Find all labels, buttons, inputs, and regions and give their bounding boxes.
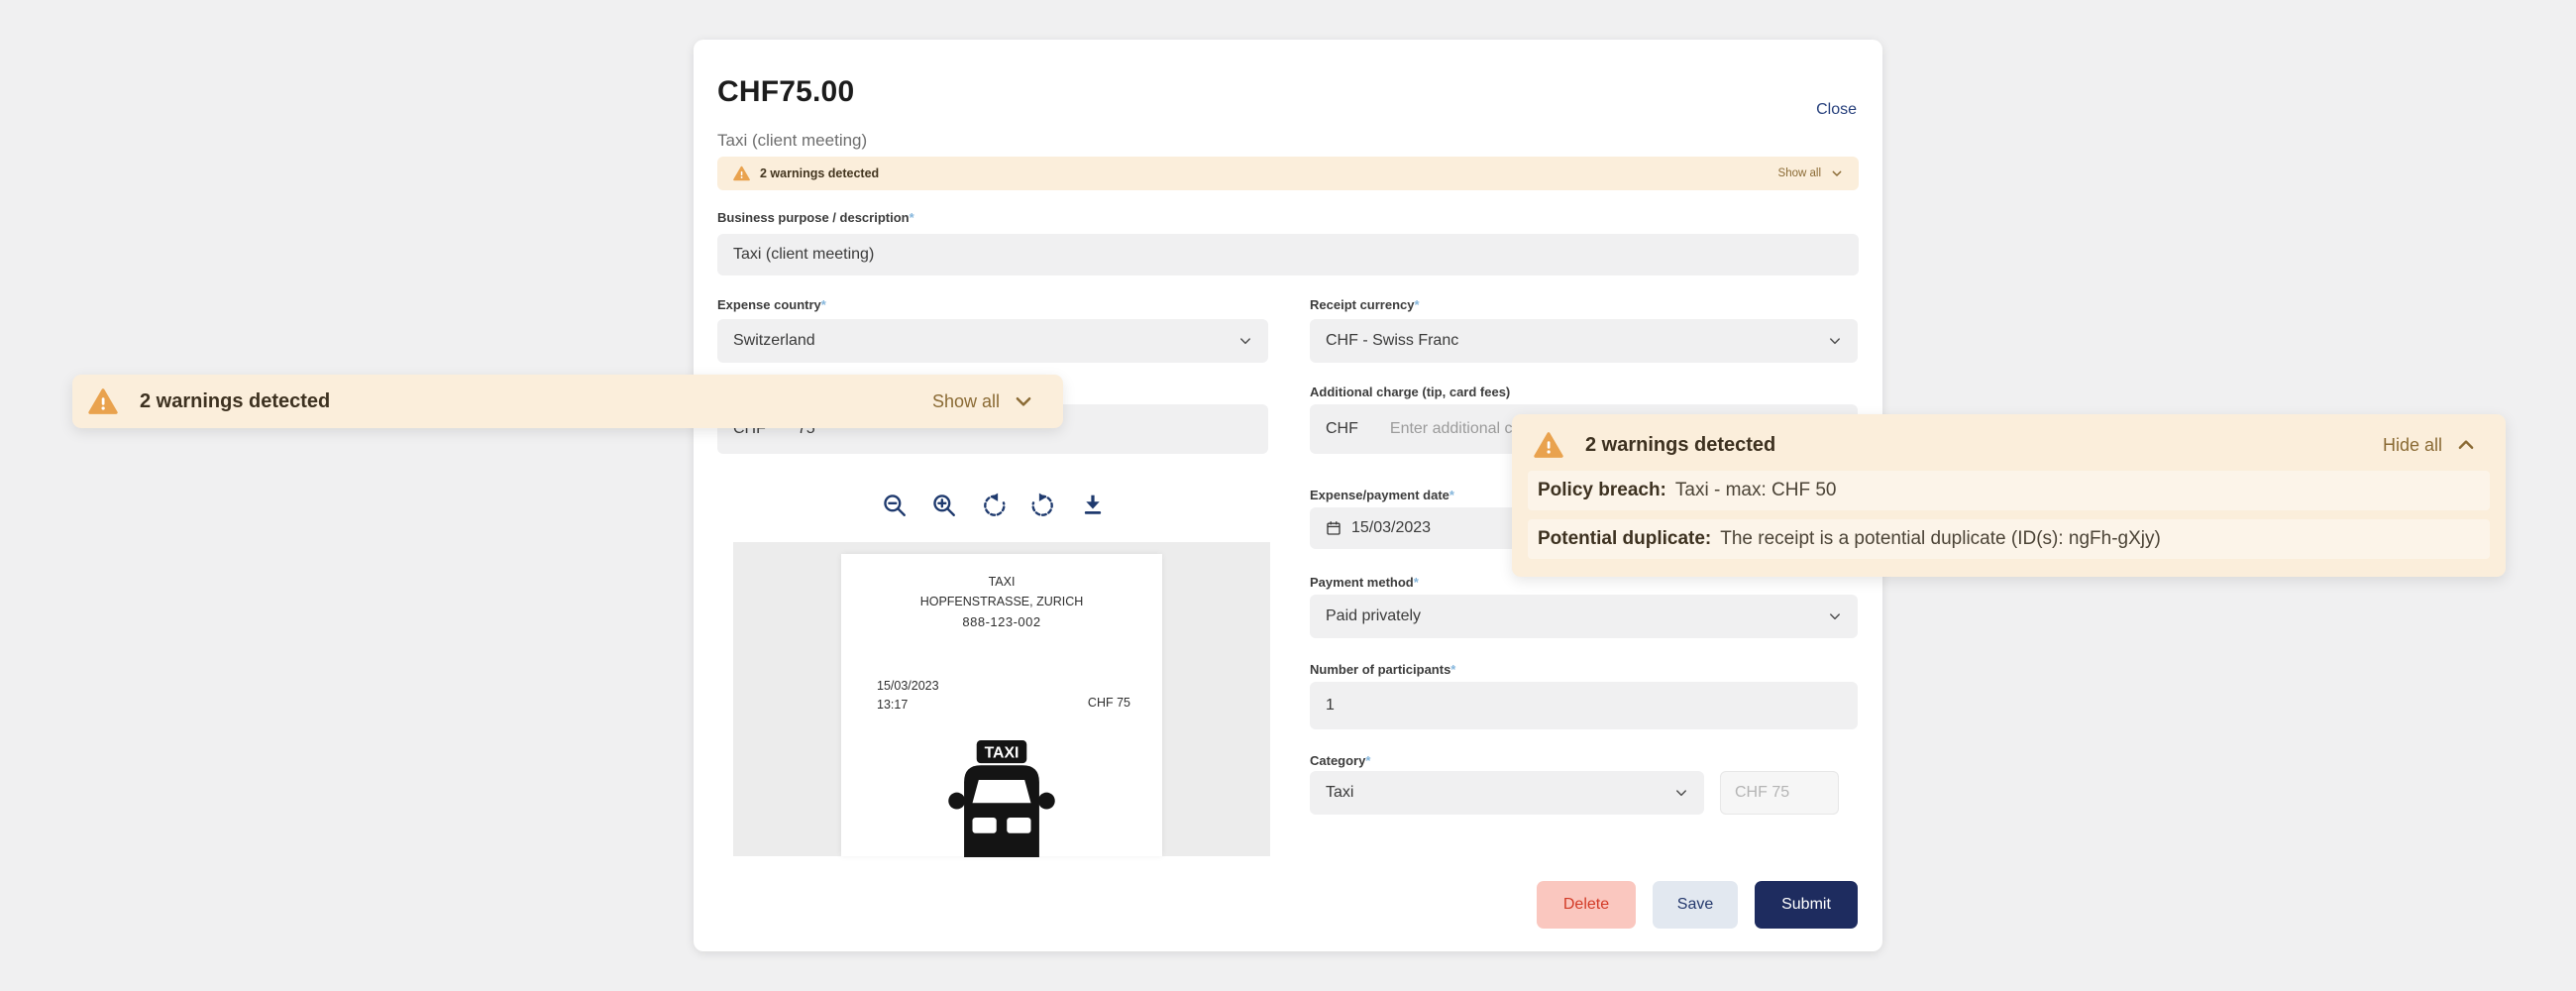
warnings-panel: 2 warnings detected Hide all Policy brea… — [1512, 414, 2506, 577]
expense-amount-title: CHF75.00 — [717, 75, 854, 109]
receipt-currency-label-text: Receipt currency — [1310, 297, 1415, 312]
rotate-left-icon[interactable] — [981, 493, 1007, 518]
receipt-currency-label: Receipt currency* — [1310, 297, 1420, 312]
chevron-down-icon — [1674, 786, 1688, 800]
required-asterisk: * — [1449, 488, 1454, 502]
expense-date-label-text: Expense/payment date — [1310, 488, 1449, 502]
calendar-icon — [1326, 520, 1342, 536]
receipt-currency-value: CHF - Swiss Franc — [1326, 332, 1458, 350]
show-all-button[interactable]: Show all — [932, 391, 1033, 412]
chevron-down-icon — [1238, 334, 1252, 348]
receipt-image: TAXI HOPFENSTRASSE, ZURICH 888-123-002 1… — [841, 554, 1162, 856]
show-all-label: Show all — [932, 391, 1000, 412]
additional-charge-label: Additional charge (tip, card fees) — [1310, 385, 1510, 399]
warnings-panel-header: 2 warnings detected Hide all — [1528, 428, 2490, 462]
svg-text:TAXI: TAXI — [985, 744, 1020, 761]
category-label-text: Category — [1310, 753, 1365, 768]
category-amount-hint: CHF 75 — [1720, 771, 1839, 815]
payment-method-label: Payment method* — [1310, 575, 1419, 590]
warning-icon — [88, 387, 118, 415]
warnings-tooltip: 2 warnings detected Show all — [72, 375, 1063, 428]
receipt-toolbar — [717, 486, 1270, 525]
potential-duplicate-title: Potential duplicate: — [1538, 528, 1711, 550]
receipt-viewer[interactable]: TAXI HOPFENSTRASSE, ZURICH 888-123-002 1… — [733, 542, 1270, 856]
business-purpose-value: Taxi (client meeting) — [733, 246, 874, 264]
warning-item-policy-breach: Policy breach: Taxi - max: CHF 50 — [1528, 471, 2490, 510]
receipt-phone: 888-123-002 — [841, 612, 1162, 632]
receipt-total: CHF 75 — [1088, 696, 1130, 710]
business-purpose-input[interactable]: Taxi (client meeting) — [717, 234, 1859, 275]
warning-icon — [733, 165, 750, 181]
taxi-icon: TAXI — [938, 740, 1065, 862]
download-icon[interactable] — [1080, 493, 1106, 518]
required-asterisk: * — [1414, 575, 1419, 590]
receipt-merchant: TAXI — [841, 572, 1162, 592]
participants-input[interactable]: 1 — [1310, 682, 1858, 729]
category-select[interactable]: Taxi — [1310, 771, 1704, 815]
chevron-down-icon — [1828, 334, 1842, 348]
participants-label-text: Number of participants — [1310, 662, 1450, 677]
hide-all-button[interactable]: Hide all — [2383, 435, 2476, 456]
receipt-address: HOPFENSTRASSE, ZURICH — [841, 592, 1162, 611]
warning-icon — [1534, 431, 1563, 459]
receipt-datetime: 15/03/2023 13:17 — [877, 677, 939, 715]
banner-show-all-label: Show all — [1778, 167, 1821, 179]
business-purpose-label: Business purpose / description* — [717, 210, 914, 225]
warnings-banner-text: 2 warnings detected — [760, 166, 879, 180]
payment-method-label-text: Payment method — [1310, 575, 1414, 590]
participants-label: Number of participants* — [1310, 662, 1455, 677]
warnings-tooltip-text: 2 warnings detected — [140, 390, 330, 413]
business-purpose-label-text: Business purpose / description — [717, 210, 910, 225]
warnings-panel-text: 2 warnings detected — [1585, 434, 1775, 457]
additional-charge-label-text: Additional charge (tip, card fees) — [1310, 385, 1510, 399]
policy-breach-title: Policy breach: — [1538, 480, 1666, 501]
required-asterisk: * — [1365, 753, 1370, 768]
payment-method-value: Paid privately — [1326, 607, 1421, 625]
warnings-banner[interactable]: 2 warnings detected Show all — [717, 157, 1859, 190]
chevron-up-icon — [2456, 435, 2476, 455]
receipt-currency-select[interactable]: CHF - Swiss Franc — [1310, 319, 1858, 363]
expense-country-label: Expense country* — [717, 297, 826, 312]
delete-button[interactable]: Delete — [1537, 881, 1636, 929]
chevron-down-icon — [1831, 167, 1843, 179]
expense-date-value: 15/03/2023 — [1351, 519, 1431, 537]
expense-date-label: Expense/payment date* — [1310, 488, 1454, 502]
banner-show-all-button[interactable]: Show all — [1778, 167, 1843, 179]
expense-country-label-text: Expense country — [717, 297, 821, 312]
required-asterisk: * — [910, 210, 914, 225]
required-asterisk: * — [1450, 662, 1455, 677]
expense-country-select[interactable]: Switzerland — [717, 319, 1268, 363]
additional-charge-currency-prefix: CHF — [1326, 420, 1358, 438]
required-asterisk: * — [1415, 297, 1420, 312]
chevron-down-icon — [1828, 609, 1842, 623]
close-button[interactable]: Close — [1816, 101, 1857, 119]
receipt-date: 15/03/2023 — [877, 677, 939, 696]
potential-duplicate-detail: The receipt is a potential duplicate (ID… — [1720, 528, 2161, 550]
policy-breach-detail: Taxi - max: CHF 50 — [1675, 480, 1837, 501]
participants-value: 1 — [1326, 697, 1335, 715]
warning-item-potential-duplicate: Potential duplicate: The receipt is a po… — [1528, 519, 2490, 559]
expense-subtitle: Taxi (client meeting) — [717, 131, 867, 151]
expense-country-value: Switzerland — [733, 332, 815, 350]
submit-button[interactable]: Submit — [1755, 881, 1858, 929]
save-button[interactable]: Save — [1653, 881, 1738, 929]
page: CHF75.00 Taxi (client meeting) Close 2 w… — [0, 0, 2576, 991]
zoom-out-icon[interactable] — [882, 493, 908, 518]
chevron-down-icon — [1014, 391, 1033, 411]
category-value: Taxi — [1326, 784, 1353, 802]
receipt-time: 13:17 — [877, 696, 939, 715]
receipt-header: TAXI HOPFENSTRASSE, ZURICH 888-123-002 — [841, 572, 1162, 632]
hide-all-label: Hide all — [2383, 435, 2442, 456]
category-amount-hint-value: CHF 75 — [1735, 784, 1789, 802]
footer-actions: Delete Save Submit — [1537, 881, 1858, 929]
payment-method-select[interactable]: Paid privately — [1310, 595, 1858, 638]
zoom-in-icon[interactable] — [931, 493, 957, 518]
category-label: Category* — [1310, 753, 1370, 768]
rotate-right-icon[interactable] — [1030, 493, 1056, 518]
required-asterisk: * — [821, 297, 826, 312]
